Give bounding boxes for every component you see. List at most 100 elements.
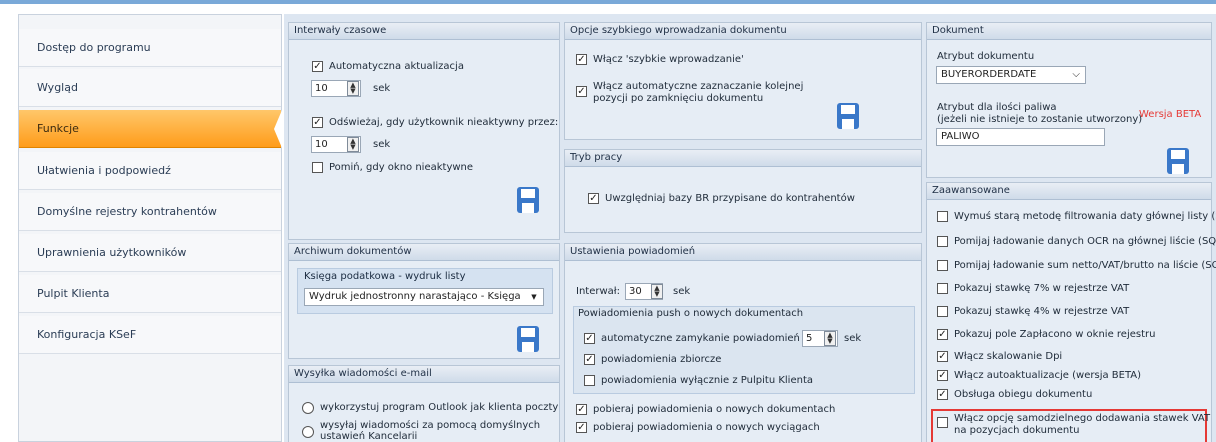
panel-zaawansowane: Zaawansowane Wymuś starą metodę filtrowa… [926,182,1216,442]
sidebar-item-funkcje[interactable]: Funkcje [19,110,282,148]
adv-checkbox-3[interactable] [937,283,948,294]
fuel-attribute-label-line2: (jeżeli nie istnieje to zostanie utworzo… [937,114,1143,125]
sek-label: sek [373,83,391,94]
panel-title: Interwały czasowe [289,23,559,40]
outlook-label: wykorzystuj program Outlook jak klienta … [320,402,559,413]
quick-entry-label: Włącz 'szybkie wprowadzanie' [593,54,744,65]
panel-dokument: Dokument Atrybut dokumentu BUYERORDERDAT… [926,22,1212,178]
interval-label: Interwał: [576,286,620,297]
adv-label-4: Pokazuj stawkę 4% w rejestrze VAT [954,306,1130,317]
new-statements-label: pobieraj powiadomienia o nowych wyciągac… [593,422,820,433]
panel-title: Opcje szybkiego wprowadzania dokumentu [565,23,921,40]
panel-wysylka: Wysyłka wiadomości e-mail wykorzystuj pr… [288,365,560,442]
adv-checkbox-2[interactable] [937,260,948,271]
archive-subgroup: Księga podatkowa - wydruk listy Wydruk j… [297,268,553,314]
adv-label-1: Pomijaj ładowanie danych OCR na głównej … [954,236,1216,247]
adv-checkbox-4[interactable] [937,306,948,317]
adv-checkbox-6[interactable]: ✓ [937,351,948,362]
default-mail-radio[interactable] [302,426,314,438]
archive-print-select[interactable]: Wydruk jednostronny narastająco - Księga… [304,288,544,306]
sidebar-item-rejestry[interactable]: Domyślne rejestry kontrahentów [19,193,281,231]
interval-spinner[interactable]: ▲ ▼ [651,284,663,299]
auto-select-label-line1: Włącz automatyczne zaznaczanie kolejnej [593,81,804,92]
auto-close-spinner[interactable]: ▲ ▼ [824,331,836,346]
window-top-border [0,0,1216,4]
archive-print-value: Wydruk jednostronny narastająco - Księga [309,291,521,302]
outlook-radio[interactable] [302,402,314,414]
vat-rates-label-line2: na pozycjach dokumentu [954,425,1080,436]
client-desktop-only-label: powiadomienia wyłącznie z Pulpitu Klient… [601,375,813,386]
skip-inactive-label: Pomiń, gdy okno nieaktywne [329,162,474,173]
adv-checkbox-7[interactable]: ✓ [937,370,948,381]
archive-subheader: Księga podatkowa - wydruk listy [304,271,466,282]
idle-refresh-label: Odświeżaj, gdy użytkownik nieaktywny prz… [329,117,559,128]
save-icon[interactable] [837,103,859,129]
panel-title: Tryb pracy [565,150,921,167]
vat-rates-checkbox[interactable] [937,417,948,428]
adv-checkbox-1[interactable] [937,236,948,247]
br-bases-checkbox[interactable]: ✓ [588,193,599,204]
document-attribute-value: BUYERORDERDATE [941,69,1037,80]
panel-tryb-pracy: Tryb pracy ✓ Uwzględniaj bazy BR przypis… [564,149,922,233]
new-statements-checkbox[interactable]: ✓ [576,422,587,433]
push-subheader: Powiadomienia push o nowych dokumentach [578,308,804,319]
auto-update-checkbox[interactable]: ✓ [312,61,323,72]
sidebar-item-dostep[interactable]: Dostęp do programu [19,29,281,67]
auto-select-checkbox[interactable]: ✓ [576,86,587,97]
default-mail-label-line2: ustawień Kancelarii [320,431,418,442]
auto-update-spinner[interactable]: ▲ ▼ [347,81,359,96]
settings-main-area: Interwały czasowe ✓ Automatyczna aktuali… [284,14,1216,442]
panel-title: Dokument [927,23,1211,40]
sidebar-item-ulatwienia[interactable]: Ułatwienia i podpowiedź [19,152,281,190]
skip-inactive-checkbox[interactable] [312,162,323,173]
sidebar-item-ksef[interactable]: Konfiguracja KSeF [19,316,281,354]
panel-title: Ustawienia powiadomień [565,244,921,261]
save-icon[interactable] [517,326,539,352]
save-icon[interactable] [1167,148,1189,174]
adv-label-8: Obsługa obiegu dokumentu [954,389,1093,400]
panel-title: Wysyłka wiadomości e-mail [289,366,559,383]
br-bases-label: Uwzględniaj bazy BR przypisane do kontra… [605,193,855,204]
panel-title: Zaawansowane [927,183,1211,200]
fuel-attribute-label-line1: Atrybut dla ilości paliwa [937,102,1057,113]
chevron-down-icon: ▼ [531,293,537,301]
panel-opcje-szybkiego: Opcje szybkiego wprowadzania dokumentu ✓… [564,22,922,140]
vat-rates-label-line1: Włącz opcję samodzielnego dodawania staw… [954,413,1211,424]
auto-select-label-line2: pozycji po zamknięciu dokumentu [593,93,764,104]
panel-archiwum: Archiwum dokumentów Księga podatkowa - w… [288,243,560,359]
adv-label-5: Pokazuj pole Zapłacono w oknie rejestru [954,329,1156,340]
adv-checkbox-8[interactable]: ✓ [937,389,948,400]
grouped-notifications-checkbox[interactable]: ✓ [584,354,595,365]
idle-refresh-spinner[interactable]: ▲ ▼ [347,137,359,152]
adv-checkbox-0[interactable] [937,211,948,222]
new-documents-label: pobieraj powiadomienia o nowych dokument… [593,404,836,415]
sek-label: sek [844,333,862,344]
auto-close-checkbox[interactable]: ✓ [584,333,595,344]
sidebar-item-pulpit[interactable]: Pulpit Klienta [19,275,281,313]
adv-label-2: Pomijaj ładowanie sum netto/VAT/brutto n… [954,260,1216,271]
push-subgroup: Powiadomienia push o nowych dokumentach … [573,306,915,394]
fuel-attribute-input[interactable]: PALIWO [936,128,1105,146]
save-icon[interactable] [517,187,539,213]
settings-sidebar: Dostęp do programu Wygląd Funkcje Ułatwi… [18,14,282,442]
document-attribute-label: Atrybut dokumentu [937,51,1035,62]
grouped-notifications-label: powiadomienia zbiorcze [601,354,722,365]
adv-label-6: Włącz skalowanie Dpi [954,351,1063,362]
client-desktop-only-checkbox[interactable] [584,375,595,386]
beta-version-label: Wersja BETA [1139,109,1202,120]
panel-title: Archiwum dokumentów [289,244,559,261]
sek-label: sek [673,286,691,297]
panel-interwaly: Interwały czasowe ✓ Automatyczna aktuali… [288,22,560,240]
adv-checkbox-5[interactable]: ✓ [937,329,948,340]
sidebar-item-uprawnienia[interactable]: Uprawnienia użytkowników [19,234,281,272]
adv-label-3: Pokazuj stawkę 7% w rejestrze VAT [954,283,1130,294]
auto-close-label: automatyczne zamykanie powiadomień po: [601,333,819,344]
sidebar-item-wyglad[interactable]: Wygląd [19,69,281,107]
auto-update-label: Automatyczna aktualizacja [329,61,464,72]
idle-refresh-checkbox[interactable]: ✓ [312,117,323,128]
default-mail-label-line1: wysyłaj wiadomości za pomocą domyślnych [320,420,541,431]
document-attribute-select[interactable]: BUYERORDERDATE ⌵ [936,66,1086,84]
quick-entry-checkbox[interactable]: ✓ [576,54,587,65]
new-documents-checkbox[interactable]: ✓ [576,404,587,415]
adv-label-0: Wymuś starą metodę filtrowania daty głów… [954,211,1216,222]
